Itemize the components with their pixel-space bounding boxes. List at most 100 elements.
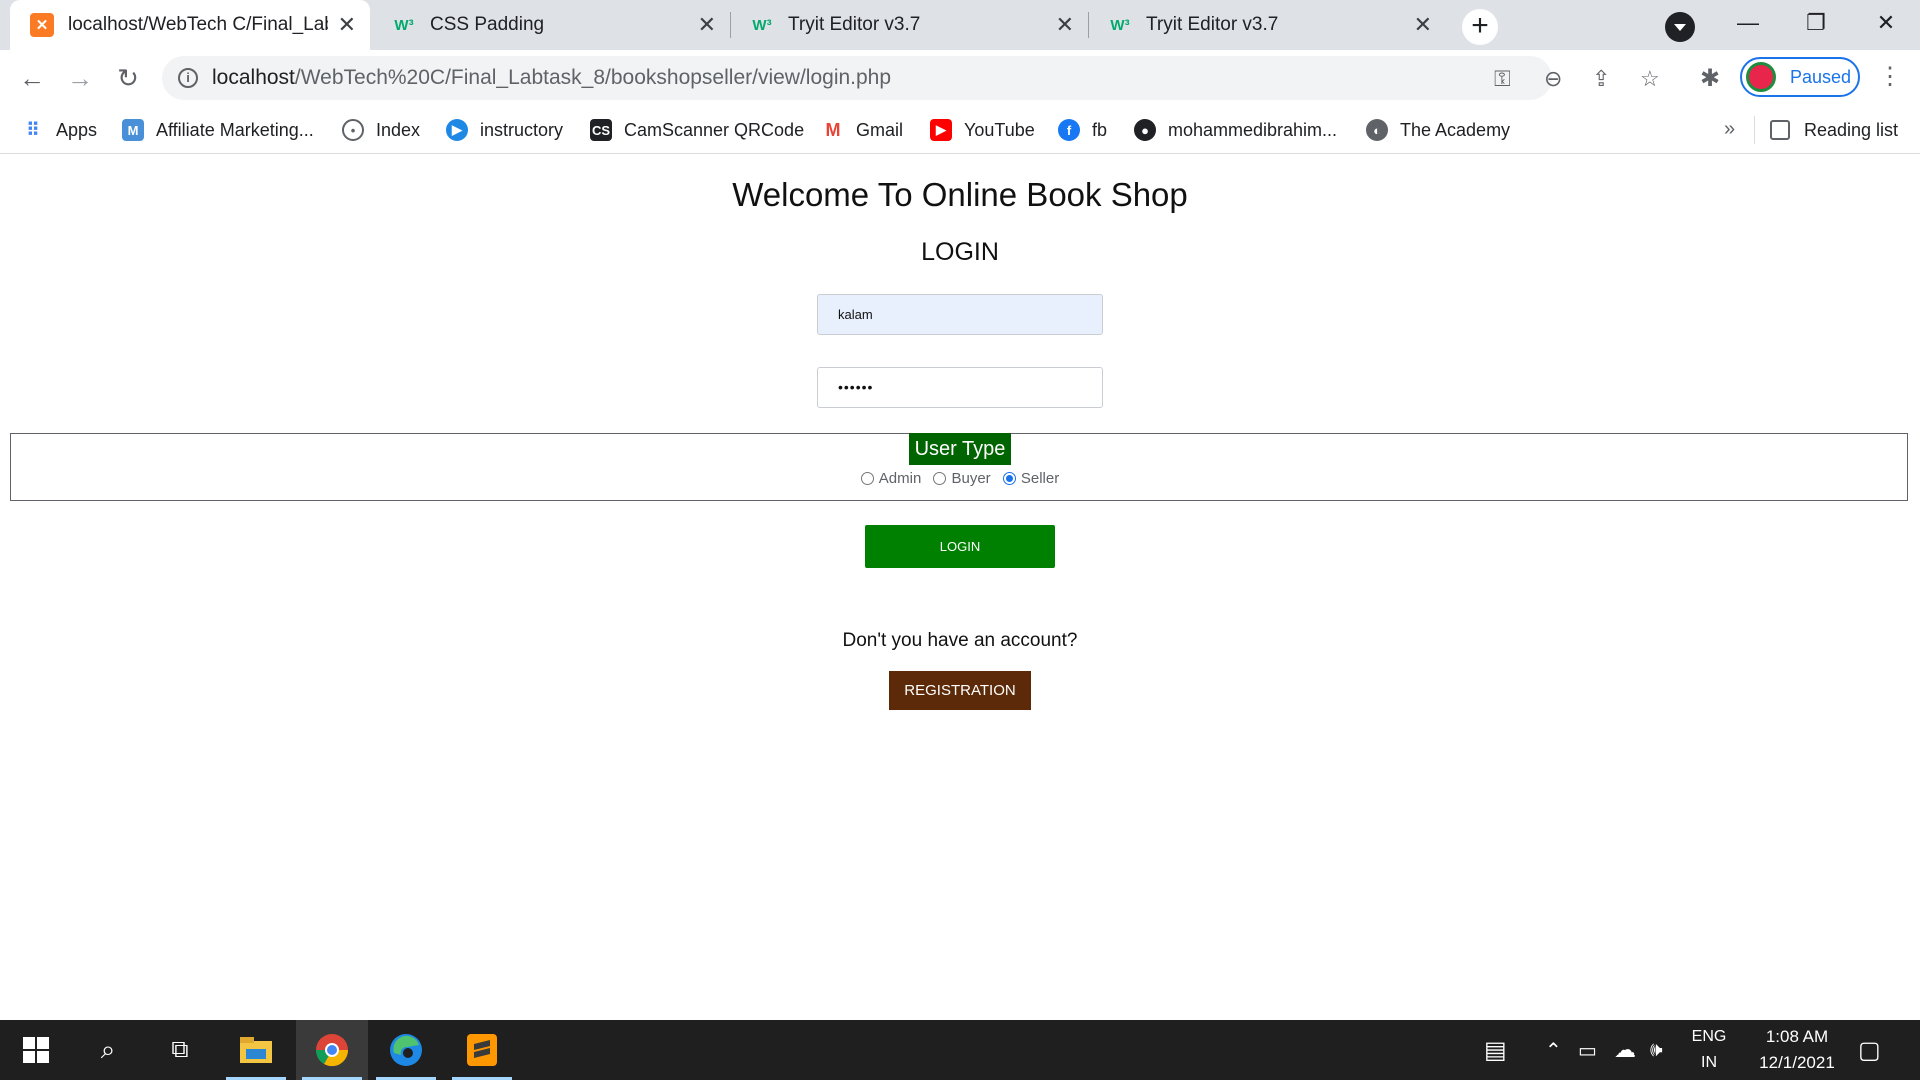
chrome-taskbar-icon[interactable] xyxy=(296,1020,368,1080)
close-tab-icon[interactable]: ✕ xyxy=(698,12,716,38)
apps-grid-icon: ⠿ xyxy=(26,119,40,140)
close-tab-icon[interactable]: ✕ xyxy=(1414,12,1432,38)
tab-title: localhost/WebTech C/Final_Labta xyxy=(68,14,328,35)
bookmark-academy[interactable]: ◐ The Academy xyxy=(1366,106,1510,154)
back-icon[interactable]: ← xyxy=(12,58,52,98)
windows-taskbar: ⌕ ⧉ ▤ ⌃ ▭ ☁ 🕪 ▢ xyxy=(0,1020,1920,1080)
region-code: IN xyxy=(1701,1054,1717,1071)
radio-button-checked[interactable] xyxy=(1002,472,1016,485)
tab-tryit-1[interactable]: W³ Tryit Editor v3.7 ✕ xyxy=(730,0,1088,50)
radio-seller[interactable]: Seller xyxy=(1002,470,1059,487)
account-question: Don't you have an account? xyxy=(842,630,1078,651)
bookmark-gmail[interactable]: M Gmail xyxy=(822,106,904,154)
edge-taskbar-icon[interactable] xyxy=(370,1020,442,1080)
tab-strip: ✕ localhost/WebTech C/Final_Labta ✕ W³ C… xyxy=(0,0,1920,50)
clock-time: 1:08 AM xyxy=(1765,1027,1829,1046)
bookmark-label: Index xyxy=(376,119,421,140)
play-icon: ▶ xyxy=(446,119,468,141)
forward-icon[interactable]: → xyxy=(60,58,100,98)
bookmark-label: instructory xyxy=(480,119,564,140)
restore-icon[interactable]: ❐ xyxy=(1786,4,1846,42)
clock-date: 12/1/2021 xyxy=(1759,1053,1835,1072)
windows-start-icon[interactable] xyxy=(0,1020,72,1080)
notification-icon[interactable]: ▢ xyxy=(1858,1020,1881,1080)
youtube-icon: ▶ xyxy=(930,119,952,141)
github-icon: ● xyxy=(1134,119,1156,141)
profile-status: Paused xyxy=(1790,66,1852,87)
share-icon[interactable]: ⇪ xyxy=(1592,66,1610,92)
close-tab-icon[interactable]: ✕ xyxy=(1056,12,1074,38)
bookmark-label: mohammedibrahim... xyxy=(1168,119,1338,140)
sublime-text-icon[interactable] xyxy=(446,1020,518,1080)
tab-search-icon[interactable] xyxy=(1665,12,1695,42)
camscanner-icon: CS xyxy=(590,119,612,141)
minimize-icon[interactable]: — xyxy=(1718,4,1778,42)
close-tab-icon[interactable]: ✕ xyxy=(338,12,356,38)
extensions-icon[interactable]: ✱ xyxy=(1700,64,1720,93)
tab-tryit-2[interactable]: W³ Tryit Editor v3.7 ✕ xyxy=(1088,0,1446,50)
login-button[interactable]: LOGIN xyxy=(865,525,1055,568)
radio-admin[interactable]: Admin xyxy=(860,470,922,487)
w3schools-icon: W³ xyxy=(752,16,772,34)
tab-title: CSS Padding xyxy=(430,14,545,35)
reading-list-label: Reading list xyxy=(1804,119,1899,140)
system-clock[interactable]: 1:08 AM 12/1/2021 xyxy=(1742,1024,1852,1076)
bookmark-index[interactable]: • Index xyxy=(342,106,420,154)
bookmark-label: fb xyxy=(1092,119,1108,140)
site-info-icon[interactable]: i xyxy=(178,68,198,88)
url-path: /WebTech%20C/Final_Labtask_8/bookshopsel… xyxy=(294,66,892,89)
url-host: localhost xyxy=(212,66,295,89)
bookmark-label: The Academy xyxy=(1400,119,1511,140)
facebook-icon: f xyxy=(1058,119,1080,141)
username-input[interactable]: kalam xyxy=(817,294,1103,335)
radio-label: Buyer xyxy=(951,470,991,487)
bookmark-fb[interactable]: f fb xyxy=(1058,106,1107,154)
news-widget-icon[interactable]: ▤ xyxy=(1484,1020,1507,1080)
battery-icon[interactable]: ▭ xyxy=(1578,1020,1597,1080)
tab-login[interactable]: ✕ localhost/WebTech C/Final_Labta ✕ xyxy=(10,0,370,50)
gmail-icon: M xyxy=(825,119,841,140)
new-tab-button[interactable]: + xyxy=(1462,9,1498,45)
zoom-icon[interactable]: ⊖ xyxy=(1544,66,1562,92)
key-icon[interactable]: ⚿ xyxy=(1494,66,1511,92)
user-type-options: Admin Buyer Seller xyxy=(0,470,1920,489)
xampp-icon: ✕ xyxy=(30,13,54,37)
volume-icon[interactable]: 🕪 xyxy=(1650,1020,1663,1080)
password-input[interactable]: •••••• xyxy=(817,367,1103,408)
w3schools-icon: W³ xyxy=(1110,16,1130,34)
reading-list-icon xyxy=(1770,120,1790,140)
radio-button[interactable] xyxy=(860,472,874,485)
bookmark-youtube[interactable]: ▶ YouTube xyxy=(930,106,1035,154)
bookmark-github[interactable]: ● mohammedibrahim... xyxy=(1134,106,1337,154)
radio-buyer[interactable]: Buyer xyxy=(933,470,991,487)
profile-button[interactable]: Paused xyxy=(1740,57,1860,97)
onedrive-cloud-icon[interactable]: ☁ xyxy=(1614,1020,1636,1080)
tab-css-padding[interactable]: W³ CSS Padding ✕ xyxy=(372,0,730,50)
reading-list-button[interactable]: Reading list xyxy=(1770,106,1898,154)
bookmark-affiliate[interactable]: M Affiliate Marketing... xyxy=(122,106,314,154)
bookmark-camscanner[interactable]: CS CamScanner QRCode xyxy=(590,106,804,154)
globe-icon: • xyxy=(342,119,364,141)
reload-icon[interactable]: ↻ xyxy=(108,58,148,98)
w3schools-icon: W³ xyxy=(394,16,414,34)
page-title: Welcome To Online Book Shop xyxy=(732,176,1188,213)
file-explorer-icon[interactable] xyxy=(220,1020,292,1080)
show-hidden-icons-icon[interactable]: ⌃ xyxy=(1545,1020,1562,1080)
radio-button[interactable] xyxy=(933,472,947,485)
window-close-icon[interactable]: ✕ xyxy=(1856,4,1916,42)
more-bookmarks-icon[interactable]: » xyxy=(1724,118,1735,141)
bookmark-star-icon[interactable]: ☆ xyxy=(1640,66,1660,92)
task-view-icon[interactable]: ⧉ xyxy=(144,1020,216,1080)
user-type-legend: User Type xyxy=(909,433,1011,465)
menu-icon[interactable]: ⋮ xyxy=(1878,62,1902,91)
registration-button[interactable]: REGISTRATION xyxy=(889,671,1031,710)
bookmark-instructory[interactable]: ▶ instructory xyxy=(446,106,563,154)
search-icon[interactable]: ⌕ xyxy=(72,1020,144,1080)
bookmark-apps[interactable]: ⠿ Apps xyxy=(22,106,97,154)
radio-label: Admin xyxy=(878,470,922,487)
address-bar[interactable]: i localhost/WebTech%20C/Final_Labtask_8/… xyxy=(162,56,1660,100)
globe-icon: ◐ xyxy=(1366,119,1388,141)
bookmarks-divider xyxy=(1754,116,1755,144)
url-text[interactable]: localhost/WebTech%20C/Final_Labtask_8/bo… xyxy=(212,66,891,90)
language-indicator[interactable]: ENG IN xyxy=(1686,1024,1732,1076)
